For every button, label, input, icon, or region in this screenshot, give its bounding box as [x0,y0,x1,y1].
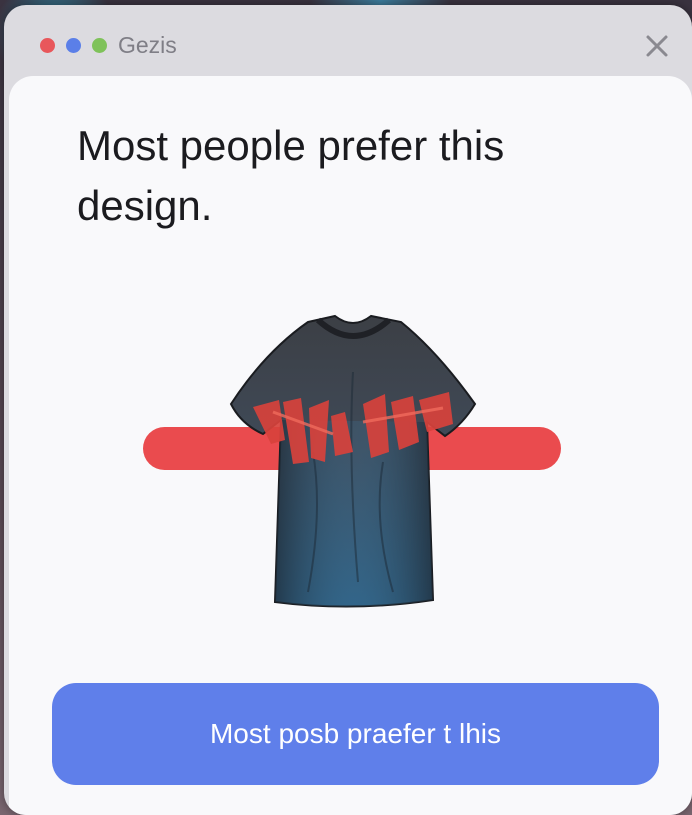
close-icon [646,35,668,57]
close-button[interactable] [642,31,672,61]
headline: Most people prefer this design. [77,122,505,229]
window-title: Gezis [118,32,177,58]
content-panel: Most people prefer this design. Most pos… [9,76,692,815]
close-traffic-light[interactable] [40,38,55,53]
prefer-this-button[interactable]: Most posb praefer t lhis [52,683,659,785]
t-shirt-image [229,314,477,608]
minimize-traffic-light[interactable] [66,38,81,53]
title-bar: Gezis [4,5,692,75]
maximize-traffic-light[interactable] [92,38,107,53]
popup-window: Gezis Most people prefer this design. Mo… [4,5,692,815]
